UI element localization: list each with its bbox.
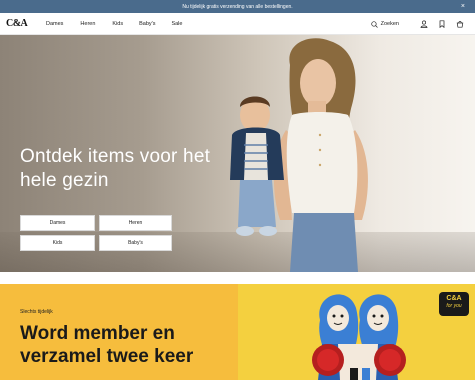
account-icon[interactable]: [419, 19, 429, 29]
bookmark-icon[interactable]: [437, 19, 447, 29]
badge-tagline: for you: [446, 303, 462, 309]
hero-button-babys[interactable]: Baby's: [99, 235, 172, 251]
nav-item-babys[interactable]: Baby's: [139, 21, 155, 27]
membership-title: Word member en verzamel twee keer: [20, 323, 194, 367]
c-and-a-for-you-badge: C&A for you: [439, 292, 469, 316]
badge-brand: C&A: [446, 295, 462, 302]
membership-text-panel: Slechts tijdelijk Word member en verzame…: [0, 284, 238, 380]
section-divider: [0, 272, 475, 284]
nav-item-sale[interactable]: Sale: [171, 21, 182, 27]
logo[interactable]: C&A: [6, 18, 28, 29]
search-label: Zoeken: [380, 21, 399, 27]
close-icon[interactable]: ×: [461, 2, 465, 11]
membership-banner[interactable]: Slechts tijdelijk Word member en verzame…: [0, 284, 475, 380]
hero-title: Ontdek items voor het hele gezin: [20, 146, 211, 191]
promo-text: Nu tijdelijk gratis verzending van alle …: [182, 3, 293, 10]
hero-category-buttons: Dames Heren Kids Baby's: [20, 215, 173, 251]
membership-illustration: C&A for you: [238, 284, 475, 380]
hero-button-kids[interactable]: Kids: [20, 235, 95, 251]
site-header: C&A Dames Heren Kids Baby's Sale Zoeken: [0, 13, 475, 35]
search-icon: [370, 20, 378, 28]
promo-bar: Nu tijdelijk gratis verzending van alle …: [0, 0, 475, 13]
nav-item-kids[interactable]: Kids: [112, 21, 123, 27]
main-nav: Dames Heren Kids Baby's Sale: [46, 13, 182, 35]
hero-banner: Ontdek items voor het hele gezin Dames H…: [0, 35, 475, 272]
cart-icon[interactable]: [455, 19, 465, 29]
search-button[interactable]: Zoeken: [370, 20, 399, 28]
hero-button-dames[interactable]: Dames: [20, 215, 95, 231]
hero-button-heren[interactable]: Heren: [99, 215, 172, 231]
membership-kicker: Slechts tijdelijk: [20, 309, 53, 315]
header-actions: Zoeken: [370, 13, 465, 35]
nav-item-heren[interactable]: Heren: [80, 21, 95, 27]
nav-item-dames[interactable]: Dames: [46, 21, 63, 27]
